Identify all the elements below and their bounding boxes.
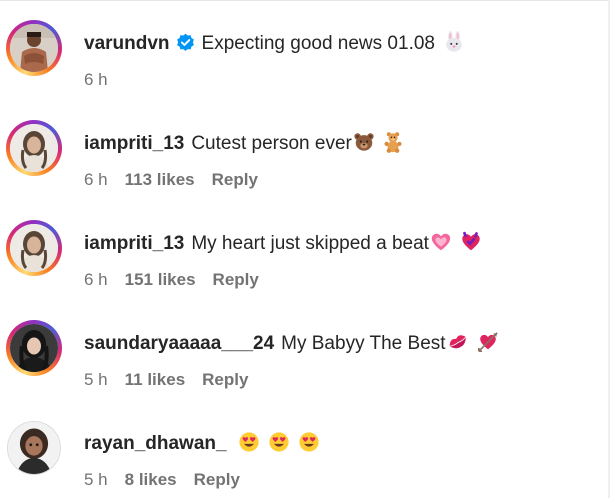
- comment-text: My Babyy The Best: [281, 333, 446, 354]
- reply-button[interactable]: Reply: [202, 370, 248, 389]
- comment-line: rayan_dhawan_: [84, 431, 320, 456]
- comment-timestamp: 6 h: [84, 70, 108, 89]
- avatar[interactable]: [10, 224, 58, 272]
- reply-button[interactable]: Reply: [213, 270, 259, 289]
- reply-button[interactable]: Reply: [194, 470, 240, 489]
- teddy-bear-icon: [382, 131, 404, 153]
- verified-badge-icon: [176, 33, 195, 59]
- comment-meta: 5 h 11 likes Reply: [84, 370, 265, 390]
- rabbit-face-icon: [443, 31, 465, 53]
- username-link[interactable]: iampriti_13: [84, 133, 184, 154]
- comment-text: Expecting good news 01.08: [201, 33, 435, 54]
- avatar-story-ring[interactable]: [6, 320, 62, 376]
- comment-line: iampriti_13 Cutest person ever: [84, 131, 404, 156]
- kiss-mark-icon: [447, 331, 469, 353]
- heart-with-arrow-icon: [477, 331, 499, 353]
- avatar[interactable]: [10, 124, 58, 172]
- comment-item: iampriti_13 My heart just skipped a beat …: [0, 200, 610, 300]
- comment-text: Cutest person ever: [191, 133, 352, 154]
- reply-button[interactable]: Reply: [212, 170, 258, 189]
- comment-text: My heart just skipped a beat: [191, 233, 429, 254]
- bear-face-icon: [353, 131, 375, 153]
- heart-eyes-icon: [268, 431, 290, 453]
- comment-timestamp: 6 h: [84, 270, 108, 289]
- avatar[interactable]: [10, 24, 58, 72]
- comment-item: varundvn Expecting good news 01.08 6 h: [0, 0, 610, 100]
- likes-count-link[interactable]: 151 likes: [125, 270, 196, 289]
- comment-meta: 5 h 8 likes Reply: [84, 470, 257, 490]
- likes-count-link[interactable]: 8 likes: [125, 470, 177, 489]
- heart-eyes-icon: [298, 431, 320, 453]
- growing-heart-icon: [430, 231, 452, 253]
- likes-count-link[interactable]: 113 likes: [125, 170, 195, 189]
- comment-meta: 6 h 113 likes Reply: [84, 170, 275, 190]
- username-link[interactable]: saundaryaaaaa___24: [84, 333, 274, 354]
- beating-heart-icon: [460, 231, 482, 253]
- avatar-story-ring[interactable]: [6, 220, 62, 276]
- comment-line: saundaryaaaaa___24 My Babyy The Best: [84, 331, 499, 356]
- username-link[interactable]: rayan_dhawan_: [84, 433, 227, 454]
- comment-timestamp: 5 h: [84, 370, 108, 389]
- comment-item: iampriti_13 Cutest person ever 6 h 113 lik…: [0, 100, 610, 200]
- comment-timestamp: 5 h: [84, 470, 108, 489]
- comment-line: iampriti_13 My heart just skipped a beat: [84, 231, 482, 256]
- likes-count-link[interactable]: 11 likes: [125, 370, 186, 389]
- heart-eyes-icon: [238, 431, 260, 453]
- comment-item: rayan_dhawan_ 5 h 8 likes Reply: [0, 400, 610, 500]
- comment-meta: 6 h 151 likes Reply: [84, 270, 276, 290]
- username-link[interactable]: iampriti_13: [84, 233, 184, 254]
- comment-meta: 6 h: [84, 70, 125, 90]
- comment-line: varundvn Expecting good news 01.08: [84, 31, 465, 59]
- comment-item: saundaryaaaaa___24 My Babyy The Best 5 h 1…: [0, 300, 610, 400]
- avatar[interactable]: [10, 324, 58, 372]
- username-link[interactable]: varundvn: [84, 33, 170, 54]
- avatar[interactable]: [8, 422, 60, 474]
- comment-timestamp: 6 h: [84, 170, 108, 189]
- avatar-story-ring[interactable]: [6, 120, 62, 176]
- avatar-ring[interactable]: [7, 421, 61, 475]
- avatar-story-ring[interactable]: [6, 20, 62, 76]
